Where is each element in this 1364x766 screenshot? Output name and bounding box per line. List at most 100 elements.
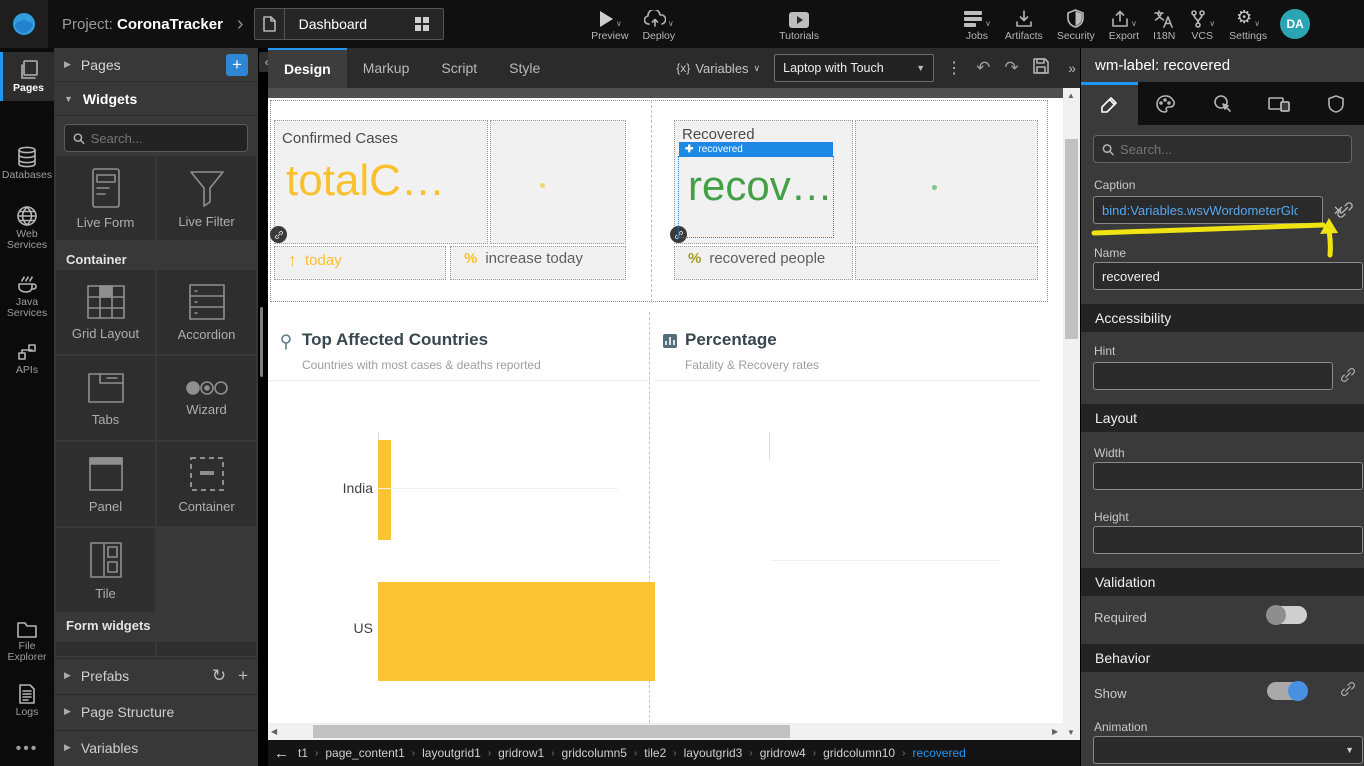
undo-button[interactable]: ↶ [976,58,990,78]
tab-security[interactable] [1307,82,1364,125]
rail-item-java-services[interactable]: Java Services [0,266,54,326]
widget-wizard[interactable]: Wizard [157,356,256,440]
widget-live-form[interactable]: Live Form [56,156,155,240]
prefabs-accordion[interactable]: ▶ Prefabs ↻ + [54,658,258,692]
tab-devices[interactable] [1251,82,1308,125]
add-page-button[interactable]: + [226,54,248,76]
more-options-icon[interactable]: ⋮ [946,58,962,78]
rail-item-file-explorer[interactable]: File Explorer [0,612,54,670]
chevron-down-icon[interactable]: ∨ [668,19,674,28]
horizontal-scroll-thumb[interactable] [313,725,790,738]
tab-design[interactable]: Design [268,48,347,88]
recovered-side-cell[interactable] [855,120,1038,244]
vertical-scroll-thumb[interactable] [1065,139,1078,339]
back-arrow-icon[interactable]: ← [274,745,289,762]
tab-properties[interactable] [1081,82,1138,125]
move-icon[interactable]: ✚ [685,144,693,155]
widget-search-input[interactable] [91,131,239,146]
export-button[interactable]: ∨ Export [1102,0,1146,48]
vcs-button[interactable]: ∨ VCS [1182,0,1222,48]
settings-button[interactable]: ⚙∨ Settings [1222,0,1274,48]
tab-events[interactable] [1194,82,1251,125]
refresh-icon[interactable]: ↻ [212,666,226,686]
rail-item-apis[interactable]: APIs [0,334,54,383]
left-panel-scrollbar[interactable] [260,307,263,377]
show-toggle[interactable] [1267,682,1307,700]
recovered-footer-right-cell[interactable] [855,246,1038,280]
rail-more-button[interactable]: ••• [0,736,54,761]
rail-item-pages[interactable]: Pages [0,52,54,101]
behavior-section-header[interactable]: Behavior [1081,644,1364,672]
rail-item-logs[interactable]: Logs [0,676,54,725]
show-bind-link-icon[interactable] [1339,680,1357,698]
variables-accordion[interactable]: ▶ Variables [54,730,258,764]
redo-button[interactable]: ↷ [1004,58,1018,78]
chevron-down-icon[interactable]: ∨ [1254,19,1260,28]
name-input[interactable] [1093,262,1363,290]
widget-grid-layout[interactable]: Grid Layout [56,270,155,354]
deploy-button[interactable]: ∨ Deploy [635,0,682,48]
scroll-down-icon[interactable]: ▼ [1067,728,1075,737]
rail-item-databases[interactable]: Databases [0,139,54,188]
save-button[interactable] [1033,58,1049,79]
tab-script[interactable]: Script [425,48,493,88]
height-input[interactable] [1093,526,1363,554]
recovered-people-label[interactable]: recovered people [709,250,825,267]
percentage-chart-panel[interactable]: Percentage Fatality & Recovery rates [655,312,1040,723]
confirmed-value-label[interactable]: totalC… [286,156,445,206]
tab-markup[interactable]: Markup [347,48,426,88]
crumb-page-content1[interactable]: page_content1 [325,746,404,760]
width-input[interactable] [1093,462,1363,490]
scroll-left-icon[interactable]: ◀ [271,727,277,736]
property-search-input[interactable] [1120,142,1343,157]
artifacts-button[interactable]: Artifacts [998,0,1050,48]
validation-section-header[interactable]: Validation [1081,568,1364,596]
page-tab-dashboard[interactable]: Dashboard [254,8,445,40]
tutorials-button[interactable]: Tutorials [772,0,826,48]
add-prefab-button[interactable]: + [238,666,248,686]
user-avatar[interactable]: DA [1280,9,1310,39]
countries-chart-panel[interactable]: Top Affected Countries Countries with mo… [268,312,650,723]
recovered-title[interactable]: Recovered [682,126,755,143]
tab-styles[interactable] [1138,82,1195,125]
chevron-down-icon[interactable]: ∨ [616,19,622,28]
confirmed-title[interactable]: Confirmed Cases [282,130,398,147]
collapse-right-panel-button[interactable]: » [1068,60,1076,76]
bar-india[interactable] [378,440,391,540]
variables-button[interactable]: {x} Variables ∨ [676,61,760,76]
page-structure-accordion[interactable]: ▶ Page Structure [54,694,258,728]
crumb-recovered[interactable]: recovered [912,746,965,760]
layout-section-header[interactable]: Layout [1081,404,1364,432]
security-button[interactable]: Security [1050,0,1102,48]
scroll-up-icon[interactable]: ▲ [1067,91,1075,100]
caption-bind-link-icon[interactable] [1335,200,1355,220]
device-selector[interactable]: Laptop with Touch ▼ [774,54,934,82]
animation-select[interactable]: ▼ [1093,736,1363,764]
widget-container[interactable]: Container [157,442,256,526]
widgets-accordion[interactable]: ▼ Widgets [54,82,258,116]
property-search[interactable] [1093,135,1352,163]
widget-tabs[interactable]: Tabs [56,356,155,440]
widget-live-filter[interactable]: Live Filter [157,156,256,240]
chevron-down-icon[interactable]: ∨ [1131,19,1137,28]
accessibility-section-header[interactable]: Accessibility [1081,304,1364,332]
scroll-right-icon[interactable]: ▶ [1052,727,1058,736]
confirmed-side-cell[interactable] [490,120,626,244]
rail-item-web-services[interactable]: Web Services [0,198,54,258]
i18n-button[interactable]: I18N [1146,0,1182,48]
selection-tag[interactable]: ✚ recovered [679,142,833,157]
chevron-down-icon[interactable]: ∨ [1209,19,1215,28]
page-preview[interactable]: Confirmed Cases totalC… ↑ today % increa… [268,98,1063,723]
crumb-layoutgrid3[interactable]: layoutgrid3 [684,746,743,760]
jobs-button[interactable]: ∨ Jobs [956,0,998,48]
grid-icon[interactable] [407,16,437,32]
pages-accordion[interactable]: ▶ Pages + [54,48,258,82]
crumb-gridrow1[interactable]: gridrow1 [498,746,544,760]
caption-input[interactable] [1093,196,1323,224]
crumb-layoutgrid1[interactable]: layoutgrid1 [422,746,481,760]
increase-today-label[interactable]: increase today [485,250,583,267]
project-breadcrumb[interactable]: Project: CoronaTracker [62,16,223,33]
tab-style[interactable]: Style [493,48,556,88]
required-toggle[interactable] [1267,606,1307,624]
widget-tile[interactable]: Tile [56,528,155,612]
